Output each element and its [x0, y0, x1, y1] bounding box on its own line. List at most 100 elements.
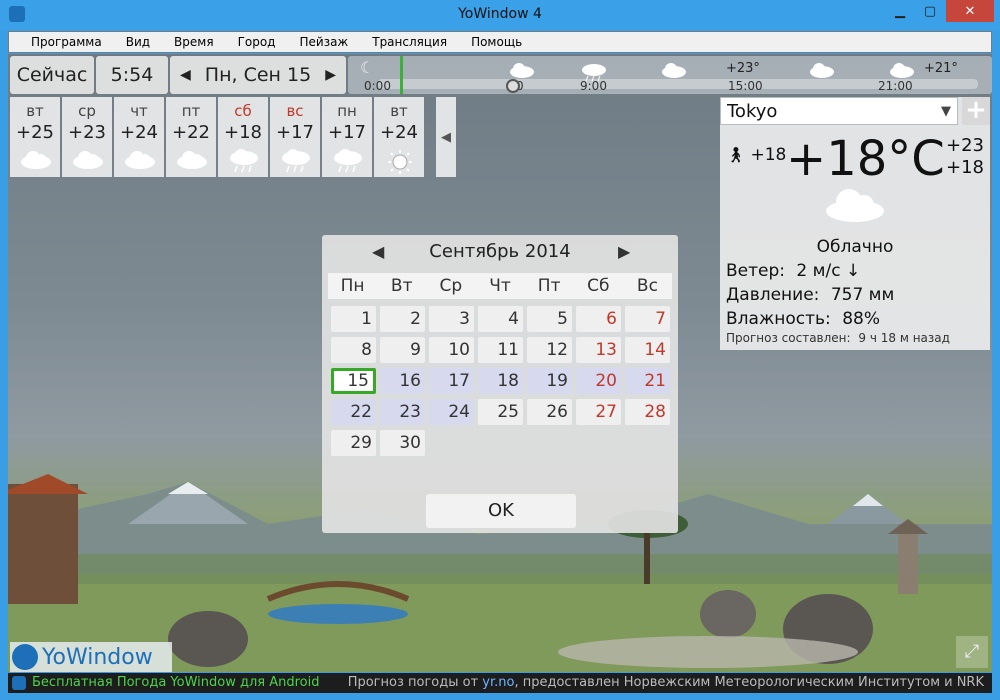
window-title: YoWindow 4 — [458, 6, 542, 22]
menu-view[interactable]: Вид — [114, 35, 162, 49]
day-temp: +23 — [68, 122, 106, 143]
calendar-day[interactable]: 30 — [380, 430, 425, 456]
calendar-day[interactable]: 1 — [331, 306, 376, 332]
day-forecast[interactable]: пт +22 — [166, 97, 216, 177]
close-button[interactable]: ✕ — [946, 0, 994, 22]
now-button[interactable]: Сейчас — [10, 56, 94, 94]
calendar-day[interactable]: 25 — [478, 399, 523, 425]
day-temp: +22 — [172, 122, 210, 143]
calendar-day[interactable]: 17 — [429, 368, 474, 394]
calendar-day[interactable]: 23 — [380, 399, 425, 425]
current-temperature: +18°C — [786, 131, 945, 187]
calendar-day[interactable]: 3 — [429, 306, 474, 332]
forecast-label: Прогноз составлен: — [726, 331, 851, 345]
calendar-day[interactable]: 9 — [380, 337, 425, 363]
calendar-day[interactable]: 14 — [625, 337, 670, 363]
calendar-day[interactable]: 20 — [576, 368, 621, 394]
day-temp: +24 — [120, 122, 158, 143]
minimize-button[interactable]: ▁ — [885, 0, 915, 22]
calendar-day[interactable]: 10 — [429, 337, 474, 363]
expand-icon: ⤢ — [964, 641, 980, 662]
cloud-icon — [890, 63, 914, 78]
day-forecast[interactable]: вс +17 — [270, 97, 320, 177]
day-forecast[interactable]: чт +24 — [114, 97, 164, 177]
calendar-day[interactable]: 8 — [331, 337, 376, 363]
chevron-left-icon: ◀ — [441, 129, 451, 145]
menu-help[interactable]: Помощь — [459, 35, 534, 49]
feels-like-value: +18 — [750, 145, 787, 165]
add-city-button[interactable]: + — [962, 97, 990, 125]
ok-button[interactable]: OK — [426, 494, 576, 528]
day-forecast[interactable]: ср +23 — [62, 97, 112, 177]
timeline-temp: +21° — [924, 61, 958, 76]
menu-bar: Программа Вид Время Город Пейзаж Трансля… — [8, 31, 992, 53]
menu-city[interactable]: Город — [226, 35, 288, 49]
menu-broadcast[interactable]: Трансляция — [360, 35, 459, 49]
day-forecast[interactable]: вт +25 — [10, 97, 60, 177]
cloud-icon — [177, 151, 207, 169]
high-low: +23 +18 — [946, 135, 984, 179]
calendar-day[interactable]: 12 — [527, 337, 572, 363]
calendar-day[interactable]: 28 — [625, 399, 670, 425]
menu-landscape[interactable]: Пейзаж — [287, 35, 360, 49]
maximize-button[interactable]: ▢ — [915, 0, 945, 22]
day-forecast[interactable]: пн +17 — [322, 97, 372, 177]
day-temp: +17 — [276, 122, 314, 143]
calendar-day[interactable]: 18 — [478, 368, 523, 394]
pressure-row: Давление: 757 мм — [726, 285, 894, 305]
calendar-day[interactable]: 21 — [625, 368, 670, 394]
next-month-icon[interactable]: ▶ — [618, 242, 630, 261]
weekday-label: Ср — [439, 276, 463, 296]
calendar-day[interactable]: 13 — [576, 337, 621, 363]
cloud-icon — [662, 63, 686, 78]
timeline-label: 0:00 — [364, 79, 391, 93]
calendar-day[interactable]: 22 — [331, 399, 376, 425]
collapse-days-button[interactable]: ◀ — [436, 97, 456, 177]
humidity-row: Влажность: 88% — [726, 309, 880, 329]
rain-cloud-icon — [582, 64, 606, 82]
calendar-day[interactable]: 7 — [625, 306, 670, 332]
calendar-day[interactable]: 16 — [380, 368, 425, 394]
calendar-day[interactable]: 27 — [576, 399, 621, 425]
calendar-day[interactable]: 4 — [478, 306, 523, 332]
humidity-label: Влажность: — [726, 309, 831, 329]
menu-time[interactable]: Время — [162, 35, 226, 49]
day-name: пн — [337, 102, 357, 120]
promo-link[interactable]: Бесплатная Погода YoWindow для Android — [32, 673, 320, 693]
calendar-day[interactable]: 15 — [331, 368, 376, 394]
weekday-label: Вс — [636, 276, 658, 296]
calendar-day[interactable]: 29 — [331, 430, 376, 456]
day-forecast[interactable]: вт +24 — [374, 97, 424, 177]
feels-like: 🚶︎ +18 — [726, 145, 786, 165]
weekday-label: Вт — [390, 276, 413, 296]
day-forecast[interactable]: сб +18 — [218, 97, 268, 177]
timeline[interactable]: ☾ 0:00 0 9:00 15:00 21:00 +23° +21° — [348, 56, 992, 94]
credit-link[interactable]: yr.no — [482, 675, 514, 690]
menu-program[interactable]: Программа — [19, 35, 114, 49]
condition-text: Облачно — [816, 237, 894, 257]
calendar-day[interactable]: 6 — [576, 306, 621, 332]
person-icon: 🚶︎ — [726, 146, 746, 164]
fullscreen-button[interactable]: ⤢ — [956, 636, 988, 668]
calendar-day[interactable]: 11 — [478, 337, 523, 363]
date-selector[interactable]: ◀ Пн, Сен 15 ▶ — [170, 56, 346, 94]
day-name: вт — [26, 102, 44, 120]
calendar-day[interactable]: 2 — [380, 306, 425, 332]
humidity-value: 88% — [842, 309, 880, 329]
city-panel: Tokyo ▼ + 🚶︎ +18 +18°C +23 +18 Облачно В… — [720, 97, 990, 350]
app-window: YoWindow 4 ▁ ▢ ✕ Программа Вид Время Гор… — [0, 0, 1000, 700]
timeline-knob[interactable] — [506, 79, 520, 93]
city-select[interactable]: Tokyo ▼ — [720, 97, 958, 125]
forecast-age: Прогноз составлен: 9 ч 18 м назад — [726, 331, 950, 345]
credit-text: Прогноз погоды от yr.no, предоставлен Но… — [348, 673, 984, 693]
prev-day-icon[interactable]: ◀ — [180, 67, 191, 83]
calendar-day[interactable]: 19 — [527, 368, 572, 394]
calendar-day[interactable]: 5 — [527, 306, 572, 332]
calendar-popup: ◀ Сентябрь 2014 ▶ Пн Вт Ср Чт Пт Сб Вс 1… — [322, 235, 678, 533]
next-day-icon[interactable]: ▶ — [325, 67, 336, 83]
day-name: чт — [130, 102, 148, 120]
weekday-label: Пн — [340, 276, 365, 296]
calendar-day[interactable]: 24 — [429, 399, 474, 425]
calendar-day[interactable]: 26 — [527, 399, 572, 425]
brand-logo[interactable]: YoWindow — [10, 642, 172, 672]
